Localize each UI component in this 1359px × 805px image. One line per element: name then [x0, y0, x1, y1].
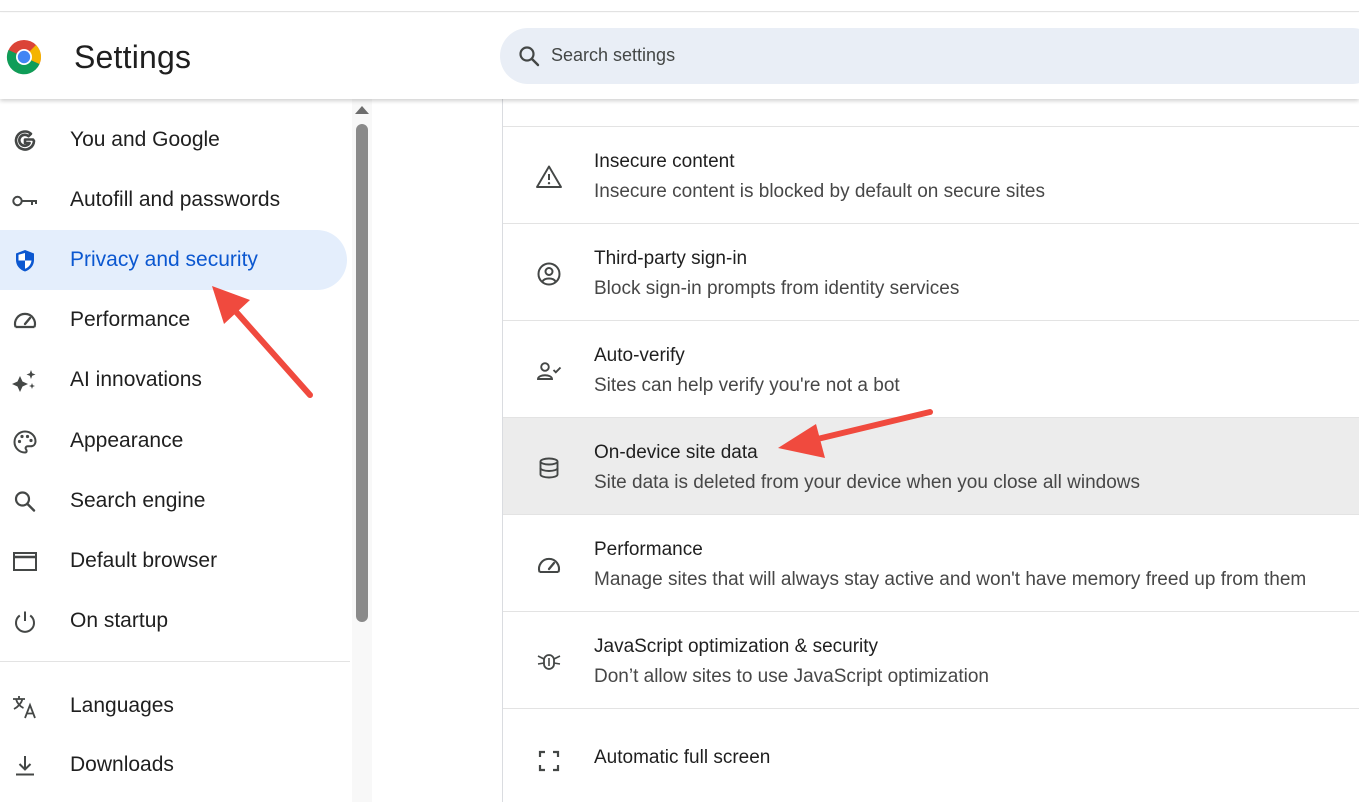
page-title: Settings [74, 39, 192, 75]
setting-title: On-device site data [594, 442, 758, 463]
settings-header: Settings Search settings [0, 13, 1359, 99]
shield-icon [11, 247, 39, 275]
sidebar-item-label: Languages [70, 694, 174, 717]
sidebar-item-autofill[interactable]: Autofill and passwords [0, 170, 347, 230]
setting-title: Automatic full screen [594, 747, 771, 768]
sidebar-item-label: Privacy and security [70, 248, 258, 271]
sidebar: You and Google Autofill and passwords Pr… [0, 99, 350, 802]
google-g-icon [11, 127, 39, 155]
sparkle-icon [11, 367, 39, 395]
sidebar-item-on-startup[interactable]: On startup [0, 591, 347, 651]
setting-row-performance[interactable]: Performance Manage sites that will alway… [503, 514, 1359, 611]
setting-subtitle: Insecure content is blocked by default o… [594, 181, 1045, 202]
sidebar-item-label: Autofill and passwords [70, 188, 281, 211]
sidebar-item-appearance[interactable]: Appearance [0, 411, 347, 471]
fullscreen-icon [535, 747, 563, 775]
setting-subtitle: Don’t allow sites to use JavaScript opti… [594, 666, 989, 687]
window-top-strip [0, 0, 1359, 12]
sidebar-item-label: Performance [70, 308, 191, 331]
sidebar-divider [0, 661, 350, 662]
sidebar-item-label: On startup [70, 609, 169, 632]
setting-row-insecure-content[interactable]: Insecure content Insecure content is blo… [503, 126, 1359, 223]
setting-title: Auto-verify [594, 345, 685, 366]
setting-title: Performance [594, 539, 703, 560]
setting-subtitle: Manage sites that will always stay activ… [594, 569, 1307, 590]
search-icon [517, 44, 541, 68]
sidebar-item-label: Search engine [70, 489, 206, 512]
javascript-icon [535, 648, 563, 676]
scrollbar-thumb[interactable] [356, 124, 368, 622]
chrome-logo-icon [6, 39, 42, 75]
setting-title: Insecure content [594, 151, 735, 172]
sidebar-item-default-browser[interactable]: Default browser [0, 531, 347, 591]
sidebar-item-label: AI innovations [70, 368, 202, 391]
sidebar-item-label: Downloads [70, 753, 174, 776]
sidebar-item-search-engine[interactable]: Search engine [0, 471, 347, 531]
power-icon [11, 608, 39, 636]
translate-icon [11, 693, 39, 721]
person-check-icon [535, 357, 563, 385]
speedometer-icon [11, 307, 39, 335]
sidebar-item-label: Appearance [70, 429, 184, 452]
scroll-up-arrow-icon[interactable] [355, 106, 369, 114]
browser-window-icon [11, 548, 39, 576]
setting-row-third-party-sign-in[interactable]: Third-party sign-in Block sign-in prompt… [503, 223, 1359, 320]
sidebar-item-label: Default browser [70, 549, 218, 572]
sidebar-item-languages[interactable]: Languages [0, 676, 347, 736]
account-circle-icon [535, 260, 563, 288]
warning-icon [535, 163, 563, 191]
sidebar-item-downloads[interactable]: Downloads [0, 735, 347, 795]
setting-row-javascript-optimization[interactable]: JavaScript optimization & security Don’t… [503, 611, 1359, 708]
key-icon [11, 187, 39, 215]
setting-row-automatic-full-screen[interactable]: Automatic full screen [503, 708, 1359, 805]
search-bar[interactable]: Search settings [500, 28, 1359, 84]
setting-title: Third-party sign-in [594, 248, 748, 269]
setting-subtitle: Site data is deleted from your device wh… [594, 472, 1141, 493]
setting-subtitle: Block sign-in prompts from identity serv… [594, 278, 960, 299]
database-icon [535, 454, 563, 482]
setting-title: JavaScript optimization & security [594, 636, 879, 657]
search-input[interactable]: Search settings [551, 45, 675, 66]
sidebar-item-you-and-google[interactable]: You and Google [0, 110, 347, 170]
download-icon [11, 752, 39, 780]
annotation-arrow-privacy [212, 286, 313, 398]
speedometer-icon [535, 551, 563, 579]
search-icon [11, 488, 39, 516]
sidebar-item-label: You and Google [70, 128, 220, 151]
annotation-arrow-on-device-site-data [778, 409, 933, 458]
setting-subtitle: Sites can help verify you're not a bot [594, 375, 900, 396]
palette-icon [11, 428, 39, 456]
